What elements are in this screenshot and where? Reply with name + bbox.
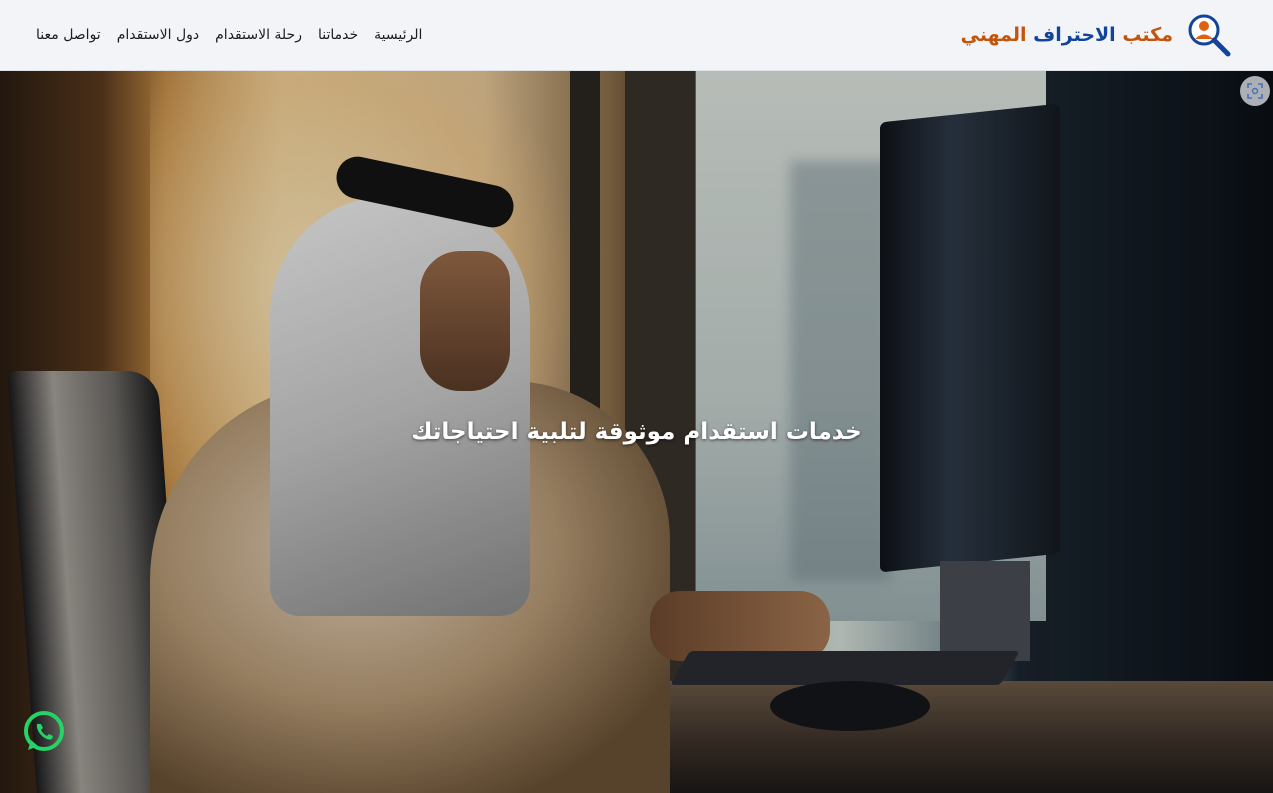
brand-word-3: المهني	[960, 24, 1027, 46]
brand-word-1: مكتب	[1122, 24, 1173, 46]
nav-contact[interactable]: تواصل معنا	[36, 27, 101, 43]
fullscreen-icon	[1247, 83, 1263, 99]
whatsapp-button[interactable]	[22, 710, 66, 754]
fullscreen-button[interactable]	[1240, 76, 1270, 106]
whatsapp-icon	[24, 711, 64, 751]
site-header: الرئيسية خدماتنا رحلة الاستقدام دول الاس…	[0, 0, 1273, 71]
hero-title: خدمات استقدام موثوقة لتلبية احتياجاتك	[411, 419, 862, 445]
nav-recruitment-journey[interactable]: رحلة الاستقدام	[215, 27, 302, 43]
hero-banner: خدمات استقدام موثوقة لتلبية احتياجاتك	[0, 71, 1273, 793]
brand-name: مكتب الاحتراف المهني	[961, 24, 1173, 46]
nav-services[interactable]: خدماتنا	[318, 27, 358, 43]
nav-recruitment-countries[interactable]: دول الاستقدام	[117, 27, 199, 43]
magnifier-person-icon	[1188, 14, 1231, 57]
nav-home[interactable]: الرئيسية	[374, 27, 422, 43]
brand-logo-link[interactable]: مكتب الاحتراف المهني	[961, 13, 1231, 57]
brand-word-2: الاحتراف	[1033, 24, 1116, 46]
main-nav: الرئيسية خدماتنا رحلة الاستقدام دول الاس…	[36, 27, 422, 43]
